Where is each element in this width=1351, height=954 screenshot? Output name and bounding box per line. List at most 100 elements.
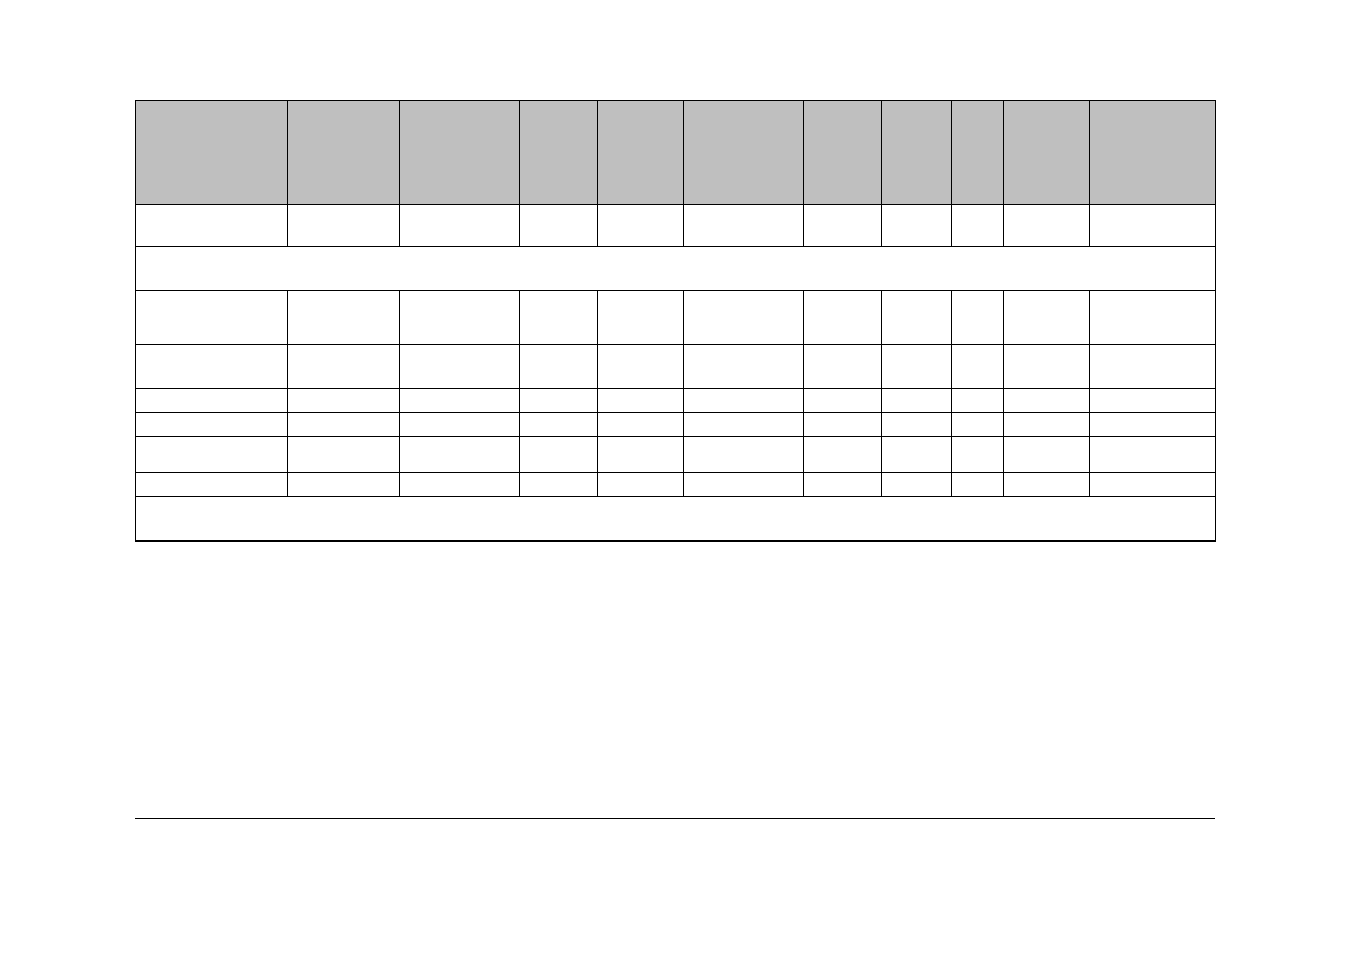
table-cell	[1090, 291, 1216, 345]
table-cell	[288, 389, 400, 413]
table-cell	[684, 345, 804, 389]
table-header-cell	[1004, 101, 1090, 205]
table-cell	[804, 205, 882, 247]
table-cell	[400, 413, 520, 437]
table-cell	[136, 437, 288, 473]
table-cell	[288, 473, 400, 497]
table-cell	[882, 205, 952, 247]
table-cell	[136, 413, 288, 437]
data-table	[135, 100, 1216, 542]
table-cell	[598, 291, 684, 345]
table-cell	[520, 473, 598, 497]
table-cell	[804, 413, 882, 437]
table-cell	[598, 345, 684, 389]
table-cell	[952, 413, 1004, 437]
table-cell	[136, 205, 288, 247]
table-cell	[400, 437, 520, 473]
table-cell	[952, 291, 1004, 345]
table-cell	[684, 437, 804, 473]
table-cell	[952, 473, 1004, 497]
table-cell	[1004, 205, 1090, 247]
table-cell	[288, 345, 400, 389]
table-row	[136, 389, 1216, 413]
footer-separator	[135, 818, 1215, 819]
table-cell	[952, 389, 1004, 413]
table-cell	[1004, 413, 1090, 437]
table-cell	[288, 437, 400, 473]
table-cell	[684, 413, 804, 437]
table-cell	[136, 291, 288, 345]
table-header-cell	[136, 101, 288, 205]
table-cell	[1004, 437, 1090, 473]
table-cell	[598, 389, 684, 413]
table-row	[136, 413, 1216, 437]
table-cell	[952, 437, 1004, 473]
table-row	[136, 437, 1216, 473]
table-cell	[684, 291, 804, 345]
table-cell	[1090, 345, 1216, 389]
table-cell	[598, 473, 684, 497]
table-cell	[1004, 291, 1090, 345]
table-row	[136, 205, 1216, 247]
table-cell	[400, 345, 520, 389]
table-header-cell	[400, 101, 520, 205]
table-cell-merged	[136, 497, 1216, 541]
table-cell	[288, 205, 400, 247]
table-cell	[882, 413, 952, 437]
table-cell	[952, 345, 1004, 389]
table-cell	[684, 473, 804, 497]
table-cell	[1090, 389, 1216, 413]
table-cell	[400, 205, 520, 247]
table-header-row	[136, 101, 1216, 205]
table-row	[136, 345, 1216, 389]
table-cell	[1090, 473, 1216, 497]
table-cell	[400, 291, 520, 345]
table-cell	[598, 437, 684, 473]
table-cell	[1004, 473, 1090, 497]
table-cell	[288, 413, 400, 437]
table-header-cell	[882, 101, 952, 205]
table-cell	[804, 291, 882, 345]
table-cell	[520, 345, 598, 389]
table-cell	[952, 205, 1004, 247]
table-cell	[1004, 345, 1090, 389]
table-cell	[804, 389, 882, 413]
table-header-cell	[520, 101, 598, 205]
table-cell	[520, 205, 598, 247]
table-row	[136, 291, 1216, 345]
table-cell	[1090, 437, 1216, 473]
table-header-cell	[684, 101, 804, 205]
table-row-merged	[136, 247, 1216, 291]
table-cell	[882, 291, 952, 345]
table-cell	[1090, 205, 1216, 247]
table-row	[136, 473, 1216, 497]
table-cell	[520, 437, 598, 473]
table-cell-merged	[136, 247, 1216, 291]
table-header-cell	[952, 101, 1004, 205]
table-cell	[804, 437, 882, 473]
table-cell	[882, 345, 952, 389]
table-cell	[400, 389, 520, 413]
table-header-cell	[804, 101, 882, 205]
table-cell	[882, 473, 952, 497]
table-header-cell	[1090, 101, 1216, 205]
table-cell	[1090, 413, 1216, 437]
table-cell	[136, 473, 288, 497]
table-cell	[1004, 389, 1090, 413]
table-cell	[882, 389, 952, 413]
table-cell	[520, 291, 598, 345]
table-row-merged	[136, 497, 1216, 541]
table-cell	[400, 473, 520, 497]
table-cell	[684, 205, 804, 247]
page	[135, 100, 1215, 542]
table-header-cell	[598, 101, 684, 205]
table-cell	[520, 413, 598, 437]
table-cell	[804, 473, 882, 497]
table-header-cell	[288, 101, 400, 205]
table-cell	[598, 413, 684, 437]
table-cell	[136, 345, 288, 389]
table-cell	[804, 345, 882, 389]
table-cell	[288, 291, 400, 345]
table-cell	[136, 389, 288, 413]
table-cell	[684, 389, 804, 413]
